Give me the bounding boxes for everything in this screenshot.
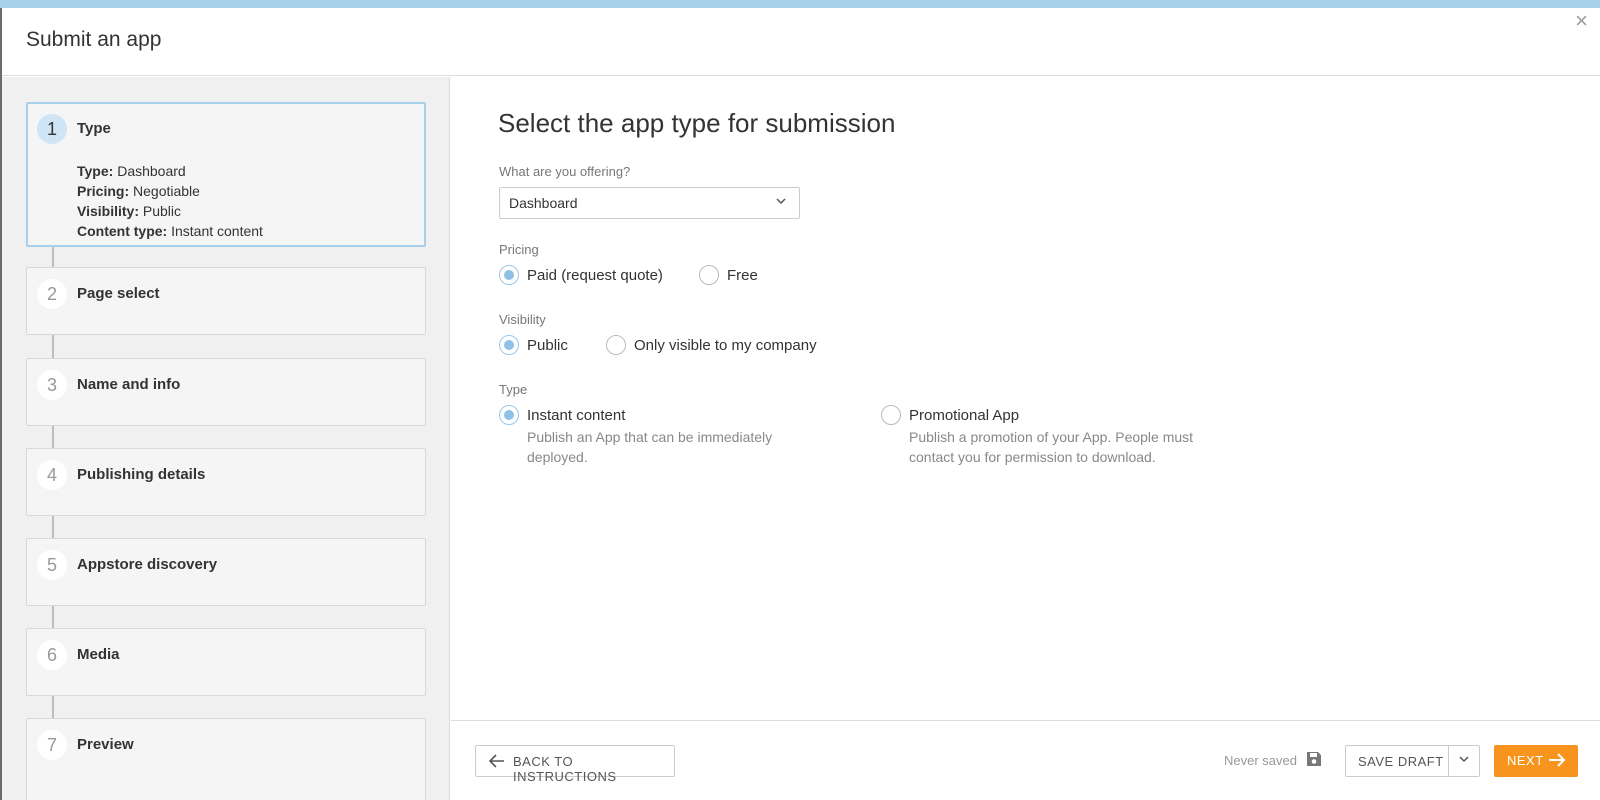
arrow-left-icon (488, 750, 506, 777)
step-label: Preview (77, 736, 134, 753)
step-name-and-info[interactable]: 3 Name and info (26, 358, 426, 426)
main-panel: Select the app type for submission What … (451, 77, 1600, 720)
step-label: Appstore discovery (77, 556, 218, 573)
step-connector (52, 425, 54, 448)
step-label: Media (77, 646, 120, 663)
back-button-label: BACK TO INSTRUCTIONS (513, 754, 617, 784)
page-title: Select the app type for submission (498, 108, 896, 138)
step-connector (52, 695, 54, 718)
step-number: 5 (37, 550, 67, 580)
pricing-paid-radio[interactable] (499, 265, 519, 285)
step-number: 1 (37, 114, 67, 144)
pricing-label: Pricing (499, 242, 539, 257)
chevron-down-icon (1458, 753, 1470, 768)
type-label: Type (499, 382, 528, 397)
top-accent-strip (0, 0, 1600, 8)
visibility-company-radio[interactable] (606, 335, 626, 355)
pricing-paid-label[interactable]: Paid (request quote) (527, 267, 663, 284)
visibility-public-label[interactable]: Public (527, 337, 568, 354)
step-connector (52, 515, 54, 538)
step-number: 3 (37, 370, 67, 400)
type-promotional-radio[interactable] (881, 405, 901, 425)
step-type[interactable]: 1 Type Type: Dashboard Pricing: Negotiab… (26, 102, 426, 247)
step-number: 4 (37, 460, 67, 490)
step-number: 6 (37, 640, 67, 670)
step-label: Type (77, 120, 111, 137)
arrow-right-icon (1547, 749, 1567, 777)
summary-visibility: Visibility: Public (77, 203, 182, 219)
close-icon[interactable]: × (1575, 10, 1588, 32)
next-button[interactable]: NEXT (1494, 745, 1578, 777)
visibility-company-label[interactable]: Only visible to my company (634, 337, 817, 354)
save-draft-button[interactable]: SAVE DRAFT (1345, 745, 1448, 777)
back-to-instructions-button[interactable]: BACK TO INSTRUCTIONS (475, 745, 675, 784)
step-summary: Type: Dashboard Pricing: Negotiable Visi… (77, 161, 263, 241)
step-media[interactable]: 6 Media (26, 628, 426, 696)
step-label: Page select (77, 285, 160, 302)
dialog-title: Submit an app (26, 28, 162, 51)
save-draft-menu-button[interactable] (1448, 745, 1480, 777)
pricing-free-radio[interactable] (699, 265, 719, 285)
offering-label: What are you offering? (499, 164, 631, 179)
steps-sidebar: 1 Type Type: Dashboard Pricing: Negotiab… (2, 77, 450, 800)
type-instant-label[interactable]: Instant content (527, 407, 625, 424)
step-label: Publishing details (77, 466, 206, 483)
save-status: Never saved (1224, 753, 1297, 768)
step-page-select[interactable]: 2 Page select (26, 267, 426, 335)
type-instant-radio[interactable] (499, 405, 519, 425)
visibility-label: Visibility (499, 312, 546, 327)
step-label: Name and info (77, 376, 181, 393)
summary-pricing: Pricing: Negotiable (77, 183, 200, 199)
visibility-public-radio[interactable] (499, 335, 519, 355)
step-preview[interactable]: 7 Preview (26, 718, 426, 800)
summary-content-type: Content type: Instant content (77, 223, 263, 239)
step-connector (52, 334, 54, 358)
offering-value: Dashboard (509, 195, 578, 211)
chevron-down-icon (775, 195, 787, 210)
save-disk-icon (1305, 750, 1323, 768)
step-number: 2 (37, 279, 67, 309)
step-connector (52, 605, 54, 628)
offering-select[interactable]: Dashboard (499, 187, 800, 219)
pricing-free-label[interactable]: Free (727, 267, 758, 284)
type-instant-description: Publish an App that can be immediately d… (527, 429, 773, 465)
save-draft-label: SAVE DRAFT (1358, 754, 1444, 769)
type-promotional-label[interactable]: Promotional App (909, 407, 1019, 424)
next-button-label: NEXT (1507, 753, 1544, 768)
step-publishing-details[interactable]: 4 Publishing details (26, 448, 426, 516)
type-promotional-description: Publish a promotion of your App. People … (909, 429, 1194, 465)
summary-type: Type: Dashboard (77, 163, 186, 179)
step-appstore-discovery[interactable]: 5 Appstore discovery (26, 538, 426, 606)
step-number: 7 (37, 730, 67, 760)
dialog-footer: BACK TO INSTRUCTIONS Never saved SAVE DR… (451, 720, 1600, 800)
dialog-header: Submit an app × (2, 8, 1600, 76)
